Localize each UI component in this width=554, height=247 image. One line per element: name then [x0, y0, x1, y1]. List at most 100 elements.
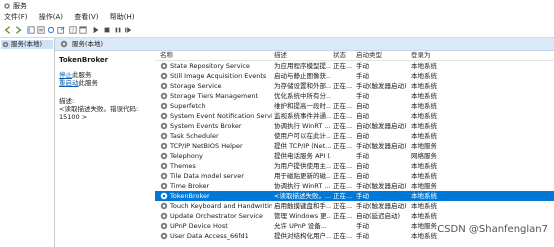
cell-desc: 为存储设置和外部... — [274, 82, 331, 90]
cell-desc: 提供电话服务 API (... — [274, 152, 331, 160]
table-row[interactable]: System Event Notification Service 监视系统事件并… — [155, 111, 554, 121]
cell-name: System Events Broker — [170, 122, 242, 130]
cell-desc: 协调执行 WinRT ... — [274, 182, 331, 190]
cell-name: Tile Data model server — [170, 172, 244, 180]
service-gear-icon — [160, 182, 168, 190]
table-row[interactable]: TokenBroker <读取描述失败。... 正在... 手动 本地系统 — [155, 191, 554, 201]
service-name: TokenBroker — [59, 56, 109, 64]
table-row[interactable]: Storage Tiers Management 优化系统中所有分... 手动 本地系… — [155, 91, 554, 101]
cell-startup: 手动 — [356, 62, 369, 70]
service-gear-icon — [160, 142, 168, 150]
forward-icon[interactable] — [14, 26, 22, 34]
menu-action[interactable]: 操作(A) — [39, 12, 63, 23]
table-row[interactable]: Time Broker 协调执行 WinRT ... 正在... 手动(触发器启动) 本… — [155, 181, 554, 191]
cell-status: 正在... — [333, 122, 353, 130]
cell-desc: 启用触摸键盘和手... — [274, 202, 331, 210]
services-gear-icon — [60, 40, 68, 48]
cell-startup: 手动(触发器启动) — [356, 142, 407, 150]
cell-name: UPnP Device Host — [170, 222, 228, 230]
cell-desc: 协调执行 WinRT ... — [274, 122, 331, 130]
cell-status: 正在... — [333, 82, 353, 90]
cell-status: 正在... — [333, 62, 353, 70]
cell-logon: 本地系统 — [411, 82, 437, 90]
cell-status: 正在... — [333, 212, 353, 220]
export-icon[interactable] — [57, 26, 65, 34]
stop-suffix: 此服务 — [72, 71, 92, 79]
service-gear-icon — [160, 102, 168, 110]
stop-icon[interactable] — [103, 26, 111, 34]
table-row[interactable]: Update Orchestrator Service 管理 Windows 更.… — [155, 211, 554, 221]
column-header-name[interactable]: 名称 — [160, 50, 173, 60]
cell-desc: 为应用程序模型提... — [274, 62, 331, 70]
tree-node-label: 服务(本地) — [11, 40, 43, 48]
properties-icon[interactable] — [37, 26, 45, 34]
cell-name: State Repository Service — [170, 62, 250, 70]
play-icon[interactable] — [92, 26, 100, 34]
cell-logon: 本地系统 — [411, 92, 437, 100]
service-gear-icon — [160, 112, 168, 120]
cell-logon: 本地系统 — [411, 72, 437, 80]
table-header: 名称 描述 状态 启动类型 登录为 — [155, 50, 554, 61]
tree-node-services-local[interactable]: 服务(本地) — [1, 40, 53, 49]
cell-name: TokenBroker — [170, 192, 210, 200]
stop-action: 停止此服务 — [59, 71, 159, 79]
table-row[interactable]: System Events Broker 协调执行 WinRT ... 正在... 自… — [155, 121, 554, 131]
help-icon[interactable]: ? — [69, 26, 77, 34]
table-row[interactable]: Telephony 提供电话服务 API (... 手动 网络服务 — [155, 151, 554, 161]
service-gear-icon — [160, 72, 168, 80]
cell-name: User Data Access_66fd1 — [170, 232, 249, 240]
cell-startup: 手动 — [356, 192, 369, 200]
cell-status: 正在... — [333, 232, 353, 240]
description-text: <读取描述失败。错误代码: 15100 > — [59, 105, 139, 121]
description-label: 描述: — [59, 97, 75, 105]
services-table: 名称 描述 状态 启动类型 登录为 State Repository Servi… — [155, 50, 554, 247]
cell-logon: 本地系统 — [411, 62, 437, 70]
cell-logon: 本地系统 — [411, 112, 437, 120]
table-row[interactable]: Storage Service 为存储设置和外部... 正在... 手动(触发器启动)… — [155, 81, 554, 91]
back-icon[interactable] — [4, 26, 12, 34]
cell-startup: 自动 — [356, 102, 369, 110]
cell-name: Storage Service — [170, 82, 222, 90]
menu-help[interactable]: 帮助(H) — [110, 12, 135, 23]
services-panel: 服务(本地) TokenBroker 停止此服务 重启动此服务 描述: <读取描… — [55, 38, 554, 247]
pause-icon[interactable] — [114, 26, 122, 34]
cell-startup: 自动 — [356, 172, 369, 180]
cell-name: System Event Notification Service — [170, 112, 272, 120]
table-row[interactable]: Touch Keyboard and Handwriting ...启用触摸键盘… — [155, 201, 554, 211]
refresh-icon[interactable] — [47, 26, 55, 34]
cell-startup: 手动(触发器启动) — [356, 182, 407, 190]
table-row[interactable]: Task Scheduler 使用户可以在此计... 正在... 自动 本地系统 — [155, 131, 554, 141]
console-tree-icon[interactable] — [27, 26, 35, 34]
services-gear-icon — [4, 3, 10, 9]
menu-view[interactable]: 查看(V) — [74, 12, 98, 23]
title-bar: 服务 — [0, 0, 554, 12]
cell-logon: 本地系统 — [411, 132, 437, 140]
cell-logon: 本地服务 — [411, 182, 437, 190]
table-row[interactable]: TCP/IP NetBIOS Helper 提供 TCP/IP (Net... 正在… — [155, 141, 554, 151]
cell-logon: 本地服务 — [411, 142, 437, 150]
cell-startup: 手动(触发器启动) — [356, 202, 407, 210]
column-header-description[interactable]: 描述 — [274, 50, 287, 60]
panel-title: 服务(本地) — [72, 40, 104, 48]
cell-startup: 自动 — [356, 132, 369, 140]
stop-link[interactable]: 停止 — [59, 71, 72, 79]
restart-link[interactable]: 重启动 — [59, 79, 79, 87]
cell-name: Time Broker — [170, 182, 210, 190]
column-header-status[interactable]: 状态 — [333, 50, 346, 60]
table-row[interactable]: Superfetch 维护和提高一段时... 正在... 自动 本地系统 — [155, 101, 554, 111]
table-row[interactable]: Tile Data model server 用于磁贴更新的磁... 正在... 自动… — [155, 171, 554, 181]
table-row[interactable]: State Repository Service 为应用程序模型提... 正在...… — [155, 61, 554, 71]
restart-icon[interactable] — [124, 26, 132, 34]
menu-file[interactable]: 文件(F) — [4, 12, 28, 23]
service-gear-icon — [160, 192, 168, 200]
table-row[interactable]: Themes 为用户提供使用主... 正在... 自动 本地系统 — [155, 161, 554, 171]
column-header-startup-type[interactable]: 启动类型 — [356, 50, 382, 60]
table-row[interactable]: Still Image Acquisition Events 启动与静止图像获..… — [155, 71, 554, 81]
cell-name: Telephony — [170, 152, 203, 160]
cell-status: 正在... — [333, 142, 353, 150]
cell-logon: 本地系统 — [411, 122, 437, 130]
cell-desc: 提供对结构化用户... — [274, 232, 331, 240]
column-header-log-on-as[interactable]: 登录为 — [411, 50, 431, 60]
console-icon[interactable] — [79, 26, 87, 34]
cell-startup: 手动 — [356, 232, 369, 240]
